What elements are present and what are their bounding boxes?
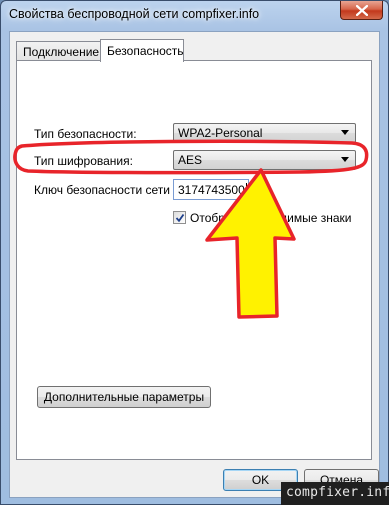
security-type-value: WPA2-Personal xyxy=(178,126,263,140)
security-type-label: Тип безопасности: xyxy=(34,127,137,141)
network-key-value: 3174743500 xyxy=(178,183,245,197)
text-caret xyxy=(245,183,247,196)
security-type-select[interactable]: WPA2-Personal xyxy=(173,123,356,143)
dialog-window: Свойства беспроводной сети compfixer.inf… xyxy=(0,0,389,505)
network-key-input[interactable]: 3174743500 xyxy=(173,179,249,200)
close-button[interactable] xyxy=(340,1,383,20)
tab-security-label: Безопасность xyxy=(107,44,184,58)
network-key-label: Ключ безопасности сети xyxy=(34,183,170,197)
advanced-settings-button[interactable]: Дополнительные параметры xyxy=(37,386,211,408)
window-title: Свойства беспроводной сети compfixer.inf… xyxy=(9,7,260,21)
advanced-settings-label: Дополнительные параметры xyxy=(43,390,205,404)
show-chars-label: Отображать вводимые знаки xyxy=(190,211,352,225)
security-panel: Тип безопасности: WPA2-Personal Тип шифр… xyxy=(16,60,372,460)
tab-security[interactable]: Безопасность xyxy=(100,39,184,62)
chevron-down-icon xyxy=(341,157,349,162)
ok-label: OK xyxy=(251,473,270,487)
encryption-type-select[interactable]: AES xyxy=(173,150,356,170)
encryption-type-value: AES xyxy=(178,153,203,167)
close-icon xyxy=(356,5,368,16)
chevron-down-icon xyxy=(341,130,349,135)
tab-connection[interactable]: Подключение xyxy=(16,41,101,61)
watermark: compfixer.info xyxy=(281,482,389,505)
title-bar[interactable]: Свойства беспроводной сети compfixer.inf… xyxy=(1,1,388,31)
checkmark-icon xyxy=(175,213,185,223)
encryption-type-label: Тип шифрования: xyxy=(34,154,133,168)
show-chars-checkbox[interactable] xyxy=(173,211,186,224)
dialog-client-area: Подключение Безопасность Тип безопасност… xyxy=(9,31,380,498)
tab-connection-label: Подключение xyxy=(23,45,100,59)
